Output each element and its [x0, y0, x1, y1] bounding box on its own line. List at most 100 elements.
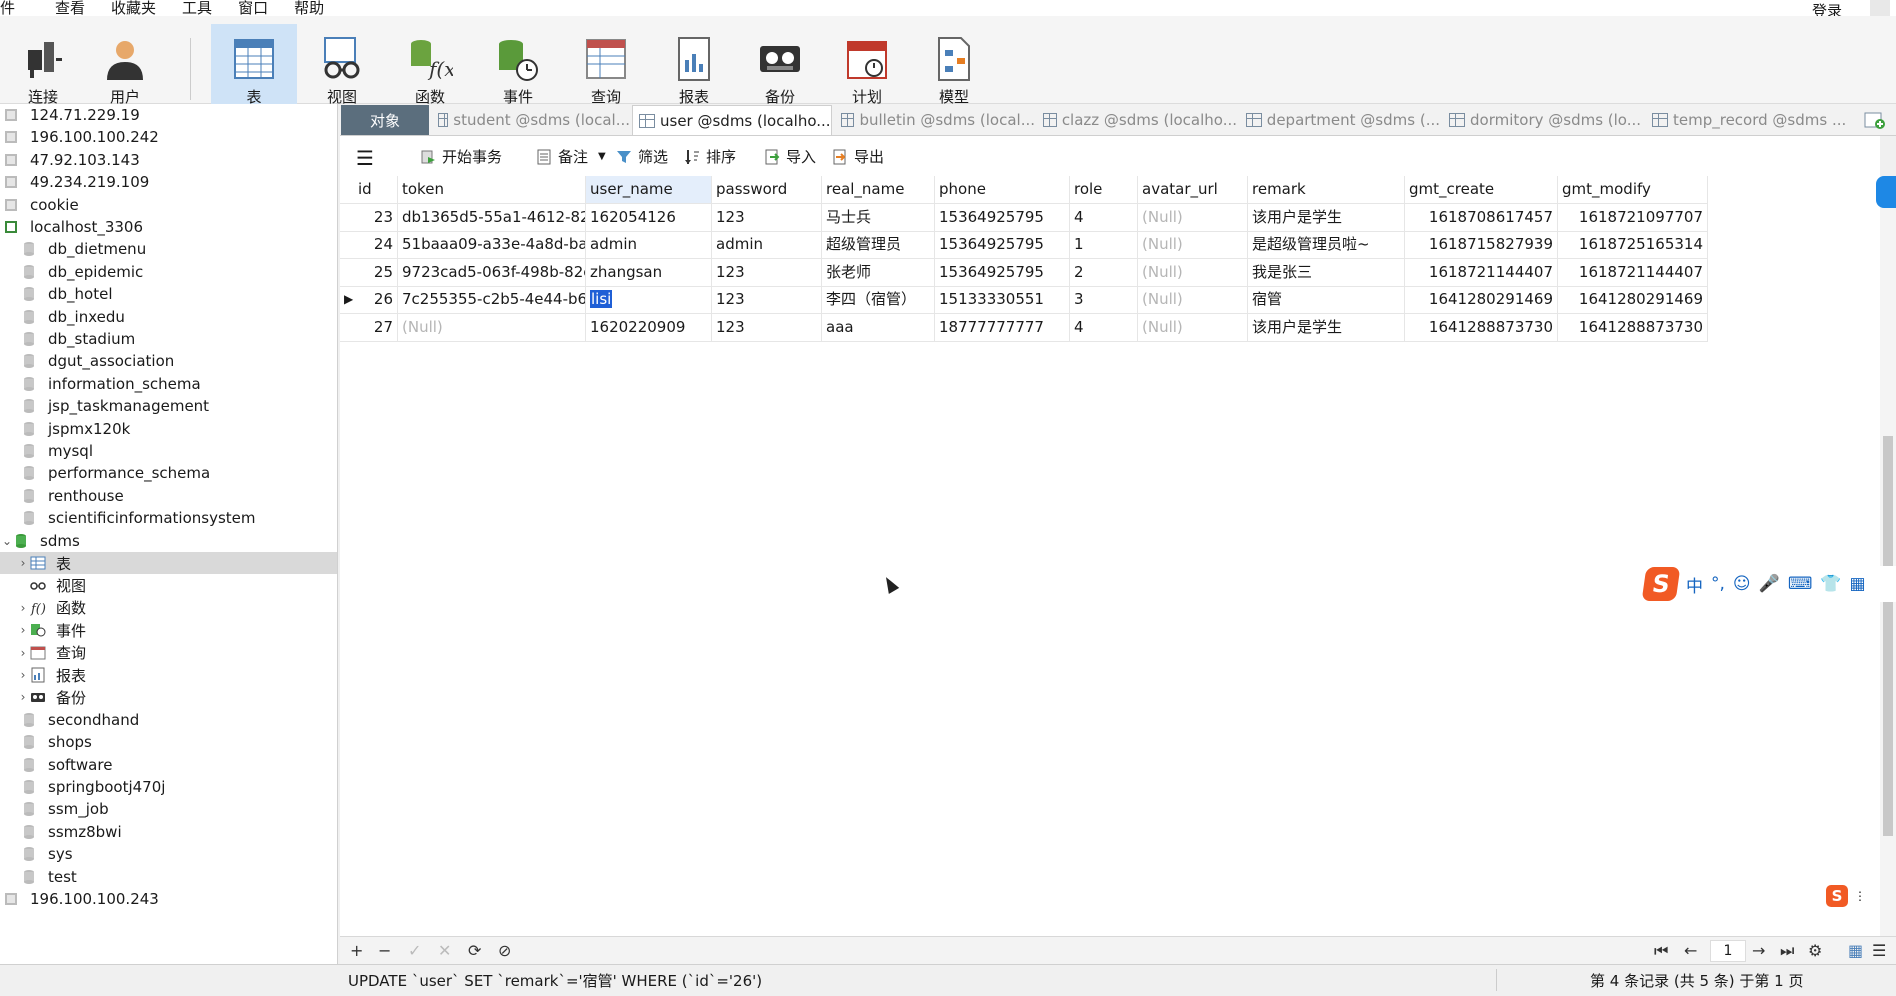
table-cell[interactable]: 超级管理员: [822, 231, 935, 260]
database-item[interactable]: db_inxedu: [0, 306, 337, 328]
tab-student[interactable]: student @sdms (local...: [432, 105, 630, 135]
database-item[interactable]: test: [0, 866, 337, 888]
sogou-logo-icon[interactable]: S: [1641, 567, 1681, 601]
ime-punctuation-toggle[interactable]: °,: [1711, 574, 1725, 594]
database-item[interactable]: renthouse: [0, 485, 337, 507]
table-row[interactable]: ▶ 26 7c255355-c2b5-4e44-b6fa lisi 123 李四（宿管） 1…: [340, 286, 1708, 315]
table-cell[interactable]: 3: [1070, 286, 1138, 315]
grid-view-icon[interactable]: ▦: [1848, 941, 1863, 960]
table-cell[interactable]: 2: [1070, 258, 1138, 287]
column-header[interactable]: gmt_create: [1405, 176, 1558, 204]
page-number-input[interactable]: 1: [1710, 940, 1746, 962]
database-item[interactable]: jspmx120k: [0, 418, 337, 440]
column-header[interactable]: id: [340, 176, 398, 204]
connection-item[interactable]: 47.92.103.143: [0, 149, 337, 171]
connection-item[interactable]: 196.100.100.243: [0, 888, 337, 910]
add-record-button[interactable]: +: [350, 941, 363, 960]
table-cell[interactable]: (Null): [1138, 286, 1248, 315]
object-group-item[interactable]: › 表: [0, 552, 337, 574]
table-cell[interactable]: db1365d5-55a1-4612-82a: [398, 204, 586, 232]
vertical-scrollbar[interactable]: [1880, 176, 1896, 936]
table-cell[interactable]: 1641288873730: [1405, 313, 1558, 342]
table-cell[interactable]: 15364925795: [935, 204, 1070, 232]
table-cell[interactable]: 7c255355-c2b5-4e44-b6fa: [398, 286, 586, 315]
discard-changes-button[interactable]: ✕: [438, 941, 451, 960]
table-cell[interactable]: zhangsan: [586, 258, 712, 287]
column-header[interactable]: password: [712, 176, 822, 204]
menu-file[interactable]: 件: [0, 0, 15, 16]
database-item[interactable]: shops: [0, 731, 337, 753]
ime-skin-icon[interactable]: 👕: [1820, 574, 1841, 594]
export-button[interactable]: 导出: [832, 146, 884, 167]
connect-button[interactable]: 连接: [0, 24, 86, 106]
object-group-item[interactable]: 视图: [0, 574, 337, 596]
object-group-item[interactable]: › 备份: [0, 686, 337, 708]
account-avatar[interactable]: [1870, 0, 1890, 16]
link-badge-icon[interactable]: [1876, 176, 1896, 208]
object-group-item[interactable]: › 查询: [0, 642, 337, 664]
apply-changes-button[interactable]: ✓: [408, 941, 421, 960]
database-item[interactable]: secondhand: [0, 709, 337, 731]
object-group-item[interactable]: › f() 函数: [0, 597, 337, 619]
tab-department[interactable]: department @sdms (...: [1240, 105, 1440, 135]
table-cell[interactable]: 4: [1070, 313, 1138, 342]
table-cell[interactable]: 123: [712, 313, 822, 342]
query-button[interactable]: 查询: [563, 24, 649, 106]
table-cell[interactable]: 23: [340, 204, 398, 232]
column-header[interactable]: token: [398, 176, 586, 204]
table-cell[interactable]: (Null): [398, 313, 586, 342]
backup-button[interactable]: 备份: [737, 24, 823, 106]
refresh-button[interactable]: ⟳: [468, 941, 481, 960]
table-cell[interactable]: 张老师: [822, 258, 935, 287]
table-cell[interactable]: lisi: [586, 286, 712, 315]
ime-voice-icon[interactable]: 🎤: [1759, 574, 1780, 594]
table-cell[interactable]: 4: [1070, 204, 1138, 232]
table-cell[interactable]: 1618721097707: [1558, 204, 1708, 232]
database-item[interactable]: information_schema: [0, 373, 337, 395]
chevron-right-icon[interactable]: ›: [16, 623, 30, 637]
stop-button[interactable]: ⊘: [498, 941, 511, 960]
filter-button[interactable]: 筛选: [616, 146, 668, 167]
menu-tools[interactable]: 工具: [182, 0, 212, 16]
column-header[interactable]: real_name: [822, 176, 935, 204]
table-cell[interactable]: 123: [712, 258, 822, 287]
table-cell[interactable]: (Null): [1138, 258, 1248, 287]
connection-item[interactable]: 124.71.229.19: [0, 104, 337, 126]
table-cell[interactable]: 李四（宿管）: [822, 286, 935, 315]
table-cell[interactable]: (Null): [1138, 313, 1248, 342]
table-cell[interactable]: 18777777777: [935, 313, 1070, 342]
database-item[interactable]: ssmz8bwi: [0, 821, 337, 843]
tab-dormitory[interactable]: dormitory @sdms (lo...: [1443, 105, 1643, 135]
table-cell[interactable]: 25: [340, 258, 398, 287]
next-page-button[interactable]: →: [1752, 941, 1765, 960]
table-cell[interactable]: 15364925795: [935, 231, 1070, 260]
schedule-button[interactable]: 计划: [824, 24, 910, 106]
table-cell[interactable]: ▶ 26: [340, 286, 398, 315]
ime-toolbox-icon[interactable]: ▦: [1850, 574, 1866, 594]
import-button[interactable]: 导入: [764, 146, 816, 167]
table-cell[interactable]: 1: [1070, 231, 1138, 260]
tab-temp-record[interactable]: temp_record @sdms ...: [1646, 105, 1854, 135]
column-header[interactable]: phone: [935, 176, 1070, 204]
chevron-right-icon[interactable]: ›: [16, 668, 30, 682]
database-item[interactable]: db_hotel: [0, 283, 337, 305]
ime-chinese-toggle[interactable]: 中: [1686, 572, 1703, 597]
table-cell[interactable]: 51baaa09-a33e-4a8d-ba7: [398, 231, 586, 260]
table-cell[interactable]: 1620220909: [586, 313, 712, 342]
table-cell[interactable]: 9723cad5-063f-498b-82cc: [398, 258, 586, 287]
tab-bulletin[interactable]: bulletin @sdms (local...: [835, 105, 1035, 135]
table-cell[interactable]: 27: [340, 313, 398, 342]
table-cell[interactable]: aaa: [822, 313, 935, 342]
database-item[interactable]: dgut_association: [0, 350, 337, 372]
menu-view[interactable]: 查看: [55, 0, 85, 16]
table-cell[interactable]: 该用户是学生: [1248, 313, 1405, 342]
table-row[interactable]: 25 9723cad5-063f-498b-82cc zhangsan 123 张老师 1…: [340, 258, 1708, 287]
object-group-item[interactable]: › 报表: [0, 664, 337, 686]
tab-objects[interactable]: 对象: [341, 105, 429, 135]
table-cell[interactable]: 1641280291469: [1405, 286, 1558, 315]
begin-transaction-button[interactable]: 开始事务: [420, 146, 502, 167]
table-cell[interactable]: (Null): [1138, 231, 1248, 260]
column-header[interactable]: avatar_url: [1138, 176, 1248, 204]
database-item[interactable]: mysql: [0, 440, 337, 462]
column-header[interactable]: user_name: [586, 176, 712, 204]
